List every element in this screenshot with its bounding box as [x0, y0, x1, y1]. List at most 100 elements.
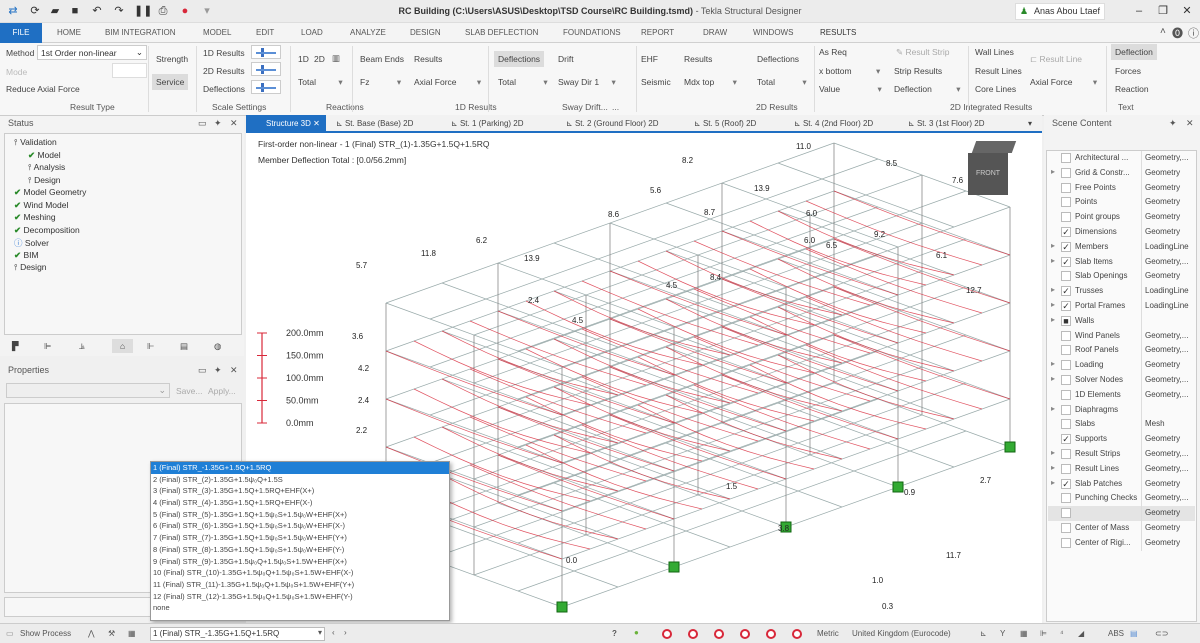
layer-display-type[interactable]: LoadingLine	[1141, 299, 1193, 314]
scene-content-row[interactable]: ▸ Result Strips Geometry,...	[1048, 447, 1195, 462]
status-tree-item[interactable]: ✔ Wind Model	[14, 200, 68, 211]
next-combination-button[interactable]: ›	[344, 628, 347, 638]
load-combination-option[interactable]: 11 (Final) STR_(11)-1.35G+1.5ψ₀Q+1.5ψ₀S+…	[151, 579, 449, 591]
expand-icon[interactable]: ▸	[1051, 359, 1055, 368]
visibility-checkbox[interactable]	[1061, 375, 1071, 385]
1d-force-select[interactable]: Axial Force ▾	[414, 77, 481, 88]
abs-toggle[interactable]: ABS	[1108, 629, 1124, 639]
levels-icon[interactable]: ⊫	[1040, 629, 1047, 639]
status-tree-item[interactable]: ⫯ Design	[14, 262, 47, 273]
status-tree-item[interactable]: ✔ Meshing	[14, 212, 56, 223]
units-indicator[interactable]: Metric	[817, 629, 839, 639]
visibility-checkbox[interactable]	[1061, 449, 1071, 459]
tab-results[interactable]: RESULTS	[820, 28, 856, 37]
scene-content-row[interactable]: ▸ ✓ Trusses LoadingLine	[1048, 284, 1195, 300]
restore-icon[interactable]: ▭	[198, 363, 207, 378]
tab-st-5[interactable]: ⊾ St. 5 (Roof) 2D	[694, 119, 756, 128]
2d-deflections-button[interactable]: Deflections	[757, 54, 799, 64]
scene-content-row[interactable]: ▸ Solver Nodes Geometry,...	[1048, 373, 1195, 388]
close-icon[interactable]: ✕	[1186, 116, 1194, 131]
value-select[interactable]: Value ▾	[819, 84, 882, 95]
as-req-button[interactable]: As Req	[819, 47, 847, 57]
visibility-checkbox[interactable]: ✓	[1061, 434, 1071, 445]
tab-st-base[interactable]: ⊾ St. Base (Base) 2D	[336, 119, 413, 128]
layer-display-type[interactable]: Geometry,...	[1141, 461, 1193, 477]
scene-content-row[interactable]: Wind Panels Geometry,...	[1048, 328, 1195, 344]
layer-display-type[interactable]	[1141, 402, 1193, 418]
status-tree-item[interactable]: ✔ BIM	[14, 250, 39, 261]
save-button[interactable]: Save...	[176, 386, 202, 396]
layer-display-type[interactable]: Mesh	[1141, 417, 1193, 433]
visibility-checkbox[interactable]: ✓	[1061, 301, 1071, 311]
view-cube-front[interactable]: FRONT	[968, 153, 1008, 195]
collapse-ribbon-icon[interactable]: ˄	[1160, 26, 1166, 37]
scene-content-row[interactable]: ▸ ✓ Slab Patches Geometry	[1048, 476, 1195, 492]
scene-content-row[interactable]: Slab Openings Geometry	[1048, 269, 1195, 285]
status-tree-item[interactable]: ✔ Model	[28, 150, 61, 161]
visibility-checkbox[interactable]: ✓	[1061, 256, 1071, 267]
visibility-checkbox[interactable]	[1061, 419, 1071, 430]
close-icon[interactable]: ✕	[230, 116, 238, 131]
visibility-checkbox[interactable]	[1061, 167, 1071, 178]
view-toggle-icon[interactable]: ▤	[1130, 629, 1138, 639]
status-tool-icon[interactable]: ⋀	[88, 629, 95, 639]
layer-display-type[interactable]: Geometry	[1141, 506, 1193, 522]
restore-icon[interactable]: ▭	[198, 116, 207, 131]
scene-content-row[interactable]: ▸ Grid & Constr... Geometry	[1048, 165, 1195, 181]
wall-lines-button[interactable]: Wall Lines	[975, 47, 1014, 57]
layer-display-type[interactable]: Geometry	[1141, 195, 1193, 211]
1d-results-scale-slider[interactable]	[251, 45, 281, 59]
load-combination-option[interactable]: 6 (Final) STR_(6)-1.35G+1.5Q+1.5ψ₀S+1.5ψ…	[151, 520, 449, 532]
maximize-button[interactable]: ❐	[1156, 5, 1170, 18]
view-cube-top[interactable]	[971, 141, 1017, 153]
scene-content-row[interactable]: Points Geometry	[1048, 195, 1195, 211]
load-combination-option[interactable]: 8 (Final) STR_(8)-1.35G+1.5Q+1.5ψ₀S+1.5ψ…	[151, 544, 449, 556]
visibility-checkbox[interactable]	[1061, 404, 1071, 415]
expand-icon[interactable]: ▸	[1051, 300, 1055, 309]
load-combination-option[interactable]: none	[151, 602, 449, 614]
visibility-checkbox[interactable]: ✓	[1061, 478, 1071, 489]
tab-structure-3d[interactable]: Structure 3D ✕	[246, 115, 326, 133]
layer-display-type[interactable]: Geometry,...	[1141, 373, 1193, 388]
layer-display-type[interactable]: Geometry	[1141, 535, 1193, 551]
loads-icon[interactable]: ⫡	[79, 341, 85, 352]
expand-icon[interactable]: ▸	[1051, 241, 1055, 250]
strength-button[interactable]: Strength	[156, 54, 188, 64]
tab-st-3[interactable]: ⊾ St. 3 (1st Floor) 2D	[908, 119, 985, 128]
scene-content-row[interactable]: Roof Panels Geometry,...	[1048, 343, 1195, 359]
scene-content-row[interactable]: Punching Checks Geometry,...	[1048, 491, 1195, 507]
tab-slab-deflection[interactable]: SLAB DEFLECTION	[465, 28, 538, 37]
status-tree-item[interactable]: ⫯ Validation	[14, 137, 57, 148]
integrated-force-select[interactable]: Axial Force ▾	[1030, 77, 1097, 88]
scene-content-row[interactable]: Architectural ... Geometry,...	[1048, 151, 1195, 166]
tab-st-2[interactable]: ⊾ St. 2 (Ground Floor) 2D	[566, 119, 659, 128]
tab-model[interactable]: MODEL	[203, 28, 231, 37]
snap-icon[interactable]: ⊾	[980, 629, 987, 639]
visibility-checkbox[interactable]: ✓	[1061, 227, 1071, 237]
status-tree-item[interactable]: ⓘ Solver	[14, 237, 49, 249]
layer-display-type[interactable]: Geometry,...	[1141, 491, 1193, 507]
layer-display-type[interactable]: Geometry	[1141, 180, 1193, 196]
visibility-checkbox[interactable]	[1061, 271, 1071, 282]
result-line-button[interactable]: ⊏ Result Line	[1030, 54, 1082, 65]
help-icon[interactable]: ⓿	[1172, 25, 1183, 41]
visibility-checkbox[interactable]	[1061, 360, 1071, 371]
load-combination-option[interactable]: 7 (Final) STR_(7)-1.35G+1.5Q+1.5ψ₀S+1.5ψ…	[151, 532, 449, 544]
scene-content-row[interactable]: ✓ Supports Geometry	[1048, 432, 1195, 448]
service-button[interactable]: Service	[152, 74, 189, 90]
layer-display-type[interactable]: Geometry	[1141, 432, 1193, 448]
error-status-icon[interactable]	[688, 629, 698, 639]
close-tab-icon[interactable]: ✕	[313, 119, 320, 128]
deflections-button[interactable]: Deflections	[494, 51, 545, 67]
scene-content-row[interactable]: Point groups Geometry	[1048, 210, 1195, 226]
axes-icon[interactable]: ⁴	[1060, 629, 1063, 639]
load-combination-option[interactable]: 5 (Final) STR_(5)-1.35G+1.5Q+1.5ψ₀S+1.5ψ…	[151, 509, 449, 521]
result-lines-button[interactable]: Result Lines	[975, 66, 1022, 76]
error-status-icon[interactable]	[766, 629, 776, 639]
2d-results-button[interactable]: Results	[684, 54, 712, 64]
2d-result-select[interactable]: Mdx top ▾	[684, 77, 737, 88]
visibility-checkbox[interactable]	[1061, 345, 1071, 356]
scene-content-row[interactable]: ✓ Dimensions Geometry	[1048, 225, 1195, 240]
expand-icon[interactable]: ▸	[1051, 463, 1055, 472]
tab-home[interactable]: HOME	[57, 28, 81, 37]
